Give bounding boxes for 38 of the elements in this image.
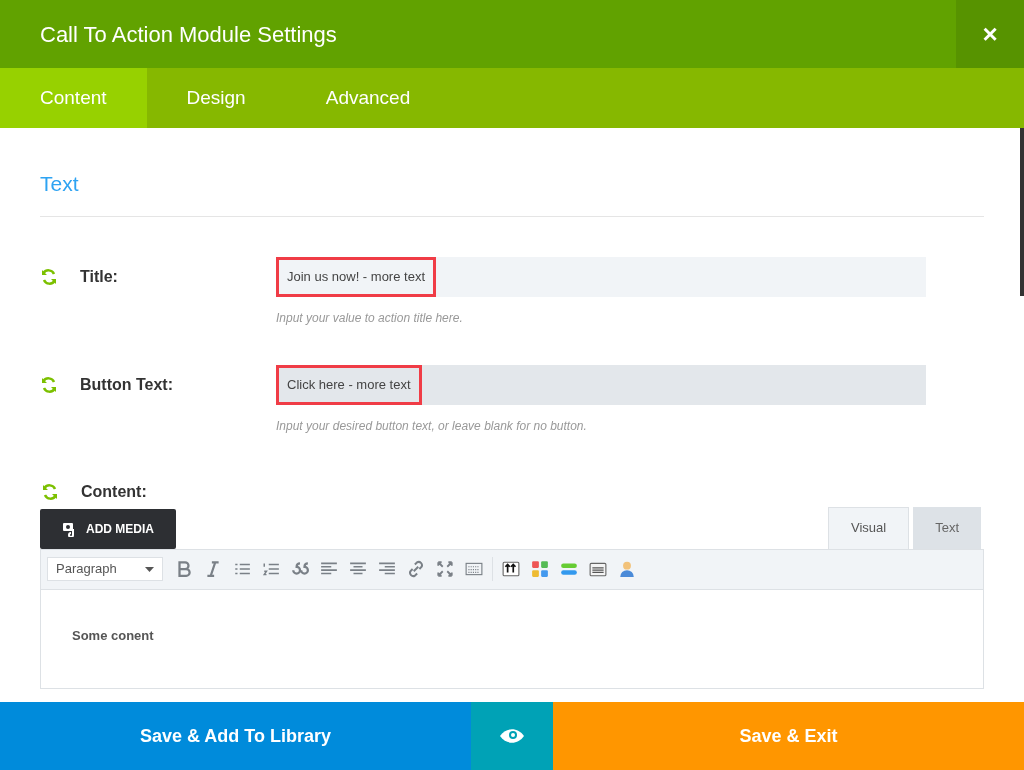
editor-text: Some conent xyxy=(72,626,154,645)
text-field[interactable]: Join us now! - more text xyxy=(276,256,926,297)
text-field[interactable]: Click here - more text xyxy=(276,364,926,405)
eye-icon xyxy=(500,729,524,743)
field-label: Button Text: xyxy=(80,374,173,395)
field-label: Title: xyxy=(80,266,118,287)
window-title: Call To Action Module Settings xyxy=(39,20,338,49)
highlight-frame: Click here - more text xyxy=(276,364,422,405)
field-hint: Input your desired button text, or leave blank for no button. xyxy=(276,417,587,435)
section-title: Text xyxy=(40,168,984,217)
numbered-list-icon[interactable] xyxy=(262,560,280,578)
keyboard-icon[interactable] xyxy=(465,560,483,578)
upload-icon[interactable] xyxy=(502,560,520,578)
link-icon[interactable] xyxy=(407,560,425,578)
caret-icon xyxy=(145,566,154,572)
quote-icon[interactable] xyxy=(291,560,309,578)
editor-tab[interactable]: Visual xyxy=(827,506,910,549)
refresh-icon[interactable] xyxy=(40,267,58,286)
tabs-icon[interactable] xyxy=(589,560,607,578)
close-button[interactable]: × xyxy=(956,0,1024,68)
bold-icon[interactable] xyxy=(175,560,193,578)
save-to-library-button[interactable]: Save & Add To Library xyxy=(0,702,471,770)
refresh-icon[interactable] xyxy=(41,482,59,501)
toggle-bars-icon[interactable] xyxy=(560,560,578,578)
tab[interactable]: Advanced xyxy=(285,68,451,128)
tiles-icon[interactable] xyxy=(531,560,549,578)
preview-button[interactable] xyxy=(471,702,553,770)
refresh-icon[interactable] xyxy=(40,375,58,394)
italic-icon[interactable] xyxy=(204,560,222,578)
fullscreen-icon[interactable] xyxy=(436,560,454,578)
add-media-button[interactable]: ADD MEDIA xyxy=(40,508,176,549)
field-hint: Input your value to action title here. xyxy=(276,309,463,327)
field-label: Content: xyxy=(81,481,147,502)
highlight-frame: Join us now! - more text xyxy=(276,256,436,297)
person-icon[interactable] xyxy=(618,560,636,578)
editor-tab[interactable]: Text xyxy=(913,506,981,549)
tab[interactable]: Design xyxy=(146,68,286,128)
format-dropdown[interactable]: Paragraph xyxy=(47,557,163,581)
